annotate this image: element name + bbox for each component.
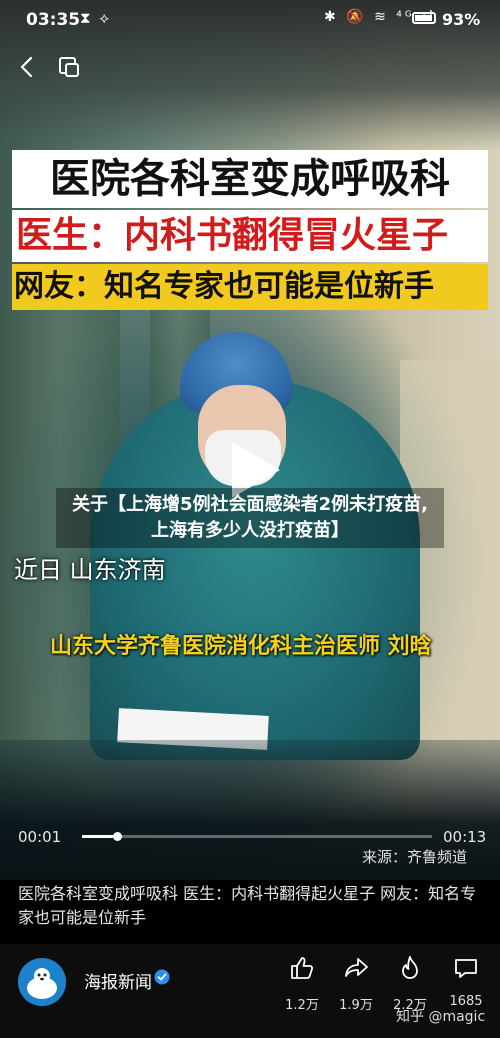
fire-icon <box>402 956 418 979</box>
comment-icon <box>455 959 477 978</box>
window-icon[interactable] <box>54 52 84 82</box>
watermark: 知乎 @magic <box>396 1009 486 1025</box>
status-bar: 03:35 ⧗ ⟡ ✱ 🔕 ≋ ⁴ᴳ ıl 93% <box>0 0 500 40</box>
like-count: 1.2万 <box>285 998 319 1013</box>
banner-netizen: 网友：知名专家也可能是位新手 <box>12 264 488 310</box>
like-icon <box>291 957 314 979</box>
avatar[interactable] <box>18 958 66 1006</box>
battery-percent: 93% <box>442 10 481 29</box>
share-button[interactable]: 1.9万 <box>333 954 379 1018</box>
banner-doctor: 医生：内科书翻得冒火星子 <box>12 210 488 262</box>
banner-headline: 医院各科室变成呼吸科 <box>12 150 488 208</box>
place-caption: 近日 山东济南 <box>14 556 166 584</box>
video-title-overlay: 关于【上海增5例社会面感染者2例未打疫苗,上海有多少人没打疫苗】 <box>56 488 444 548</box>
progress-fill <box>82 835 117 838</box>
current-time: 00:01 <box>18 828 62 846</box>
status-time: 03:35 <box>26 10 81 30</box>
video-source: 来源：齐鲁频道 <box>362 848 468 866</box>
author-name[interactable]: 海报新闻 <box>84 968 152 993</box>
doctor-caption: 山东大学齐鲁医院消化科主治医师 刘晗 <box>50 634 432 659</box>
share-count: 1.9万 <box>339 998 373 1013</box>
video-description: 医院各科室变成呼吸科 医生：内科书翻得起火星子 网友：知名专家也可能是位新手 <box>18 884 477 927</box>
verified-icon <box>154 969 170 985</box>
like-button[interactable]: 1.2万 <box>279 954 325 1018</box>
share-icon <box>345 958 368 977</box>
status-left-icons: ⧗ ⟡ <box>80 9 112 27</box>
progress-bar[interactable] <box>82 832 432 841</box>
battery-icon <box>412 12 436 24</box>
total-time: 00:13 <box>443 828 487 846</box>
progress-thumb[interactable] <box>113 832 122 841</box>
author-bar: 海报新闻 1.2万 1.9万 2.2万 1685 知乎 @magic <box>0 944 500 1038</box>
back-icon[interactable] <box>12 52 42 82</box>
